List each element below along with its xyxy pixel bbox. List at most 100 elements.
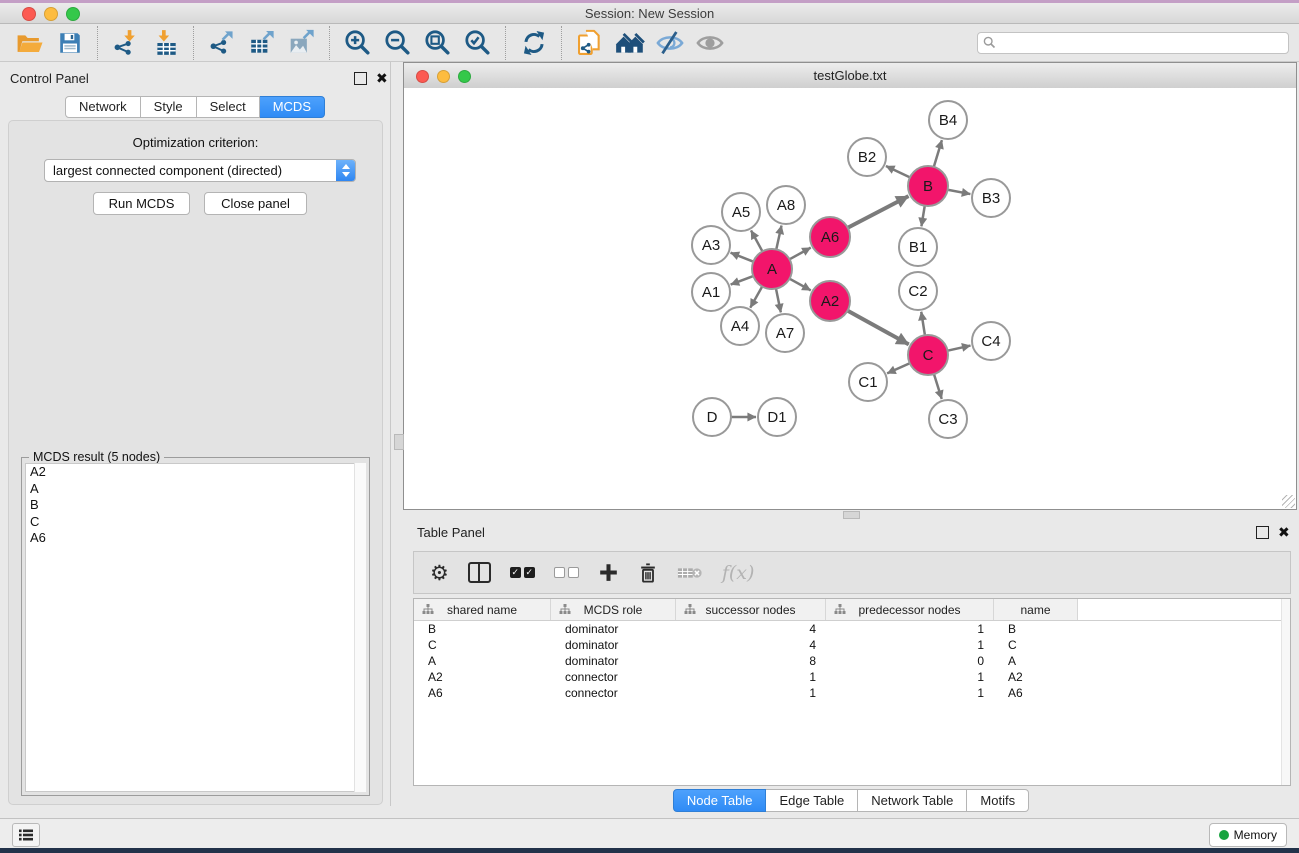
graph-edge-B-B4[interactable] [934, 140, 942, 167]
graph-node-C[interactable]: C [908, 335, 948, 375]
select-all-rows-icon[interactable]: ✓✓ [510, 558, 535, 588]
hide-selected-icon[interactable] [650, 26, 690, 60]
graph-edge-A-A6[interactable] [790, 248, 811, 260]
tab-network-table[interactable]: Network Table [858, 789, 967, 812]
mcds-result-item[interactable]: A2 [26, 464, 365, 481]
graph-edge-A-A8[interactable] [776, 226, 781, 250]
table-row[interactable]: A6connector11A6 [414, 685, 1290, 701]
open-file-icon[interactable] [10, 26, 50, 60]
scrollbar[interactable] [1281, 599, 1290, 785]
show-all-icon[interactable] [690, 26, 730, 60]
graph-node-A1[interactable]: A1 [692, 273, 730, 311]
tab-edge-table[interactable]: Edge Table [766, 789, 858, 812]
graph-edge-A-A7[interactable] [776, 289, 781, 313]
deselect-all-rows-icon[interactable] [554, 558, 579, 588]
graph-node-A[interactable]: A [752, 249, 792, 289]
graph-node-B1[interactable]: B1 [899, 228, 937, 266]
export-network-icon[interactable] [202, 26, 242, 60]
panel-divider[interactable] [390, 62, 391, 806]
table-options-icon[interactable]: ⚙ [430, 558, 449, 588]
column-header-shared-name[interactable]: shared name [414, 599, 551, 620]
graph-node-C2[interactable]: C2 [899, 272, 937, 310]
add-icon[interactable] [598, 558, 619, 588]
graph-node-B4[interactable]: B4 [929, 101, 967, 139]
destroy-table-icon[interactable] [677, 558, 703, 588]
graph-node-B[interactable]: B [908, 166, 948, 206]
graph-edge-A-A4[interactable] [750, 286, 762, 307]
graph-node-A8[interactable]: A8 [767, 186, 805, 224]
function-builder-icon[interactable]: f(x) [722, 558, 755, 588]
graph-edge-A-A3[interactable] [731, 253, 754, 262]
column-header-name[interactable]: name [994, 599, 1078, 620]
splitter-grip-horizontal[interactable] [843, 511, 860, 519]
graph-edge-B-B2[interactable] [886, 166, 910, 177]
tab-network[interactable]: Network [65, 96, 141, 118]
graph-edge-A2-C[interactable] [848, 311, 909, 345]
graph-edge-A6-B[interactable] [848, 196, 909, 228]
graph-node-A2[interactable]: A2 [810, 281, 850, 321]
refresh-icon[interactable] [514, 26, 554, 60]
tab-mcds[interactable]: MCDS [260, 96, 325, 118]
first-neighbors-icon[interactable] [610, 26, 650, 60]
graph-node-D[interactable]: D [693, 398, 731, 436]
export-table-icon[interactable] [242, 26, 282, 60]
mcds-result-item[interactable]: C [26, 514, 365, 531]
criterion-dropdown[interactable]: largest connected component (directed) [44, 159, 356, 182]
run-mcds-button[interactable]: Run MCDS [93, 192, 190, 215]
memory-button[interactable]: Memory [1209, 823, 1287, 847]
graph-node-D1[interactable]: D1 [758, 398, 796, 436]
zoom-selected-icon[interactable] [458, 26, 498, 60]
graph-edge-C-C1[interactable] [887, 363, 910, 373]
table-row[interactable]: A2connector11A2 [414, 669, 1290, 685]
graph-node-A6[interactable]: A6 [810, 217, 850, 257]
column-header-successor-nodes[interactable]: successor nodes [676, 599, 826, 620]
mcds-result-list[interactable]: A2ABCA6 [25, 463, 366, 792]
delete-icon[interactable] [638, 558, 658, 588]
window-resize-grip[interactable] [1282, 495, 1295, 508]
graph-node-A5[interactable]: A5 [722, 193, 760, 231]
graph-edge-B-B3[interactable] [948, 190, 971, 194]
close-panel-icon[interactable]: ✖ [1278, 527, 1290, 538]
zoom-in-icon[interactable] [338, 26, 378, 60]
new-network-from-selection-icon[interactable] [570, 26, 610, 60]
graph-node-A3[interactable]: A3 [692, 226, 730, 264]
scrollbar[interactable] [354, 463, 366, 792]
mcds-result-item[interactable]: B [26, 497, 365, 514]
graph-edge-B-B1[interactable] [921, 206, 924, 227]
graph-edge-A-A2[interactable] [790, 279, 811, 291]
show-columns-icon[interactable] [468, 558, 491, 588]
graph-node-B3[interactable]: B3 [972, 179, 1010, 217]
float-panel-icon[interactable] [354, 72, 367, 85]
zoom-out-icon[interactable] [378, 26, 418, 60]
column-header-mcds-role[interactable]: MCDS role [551, 599, 676, 620]
mcds-result-item[interactable]: A [26, 481, 365, 498]
graph-edge-C-C2[interactable] [921, 312, 925, 335]
table-row[interactable]: Adominator80A [414, 653, 1290, 669]
graph-edge-C-C3[interactable] [934, 374, 942, 399]
graph-node-A7[interactable]: A7 [766, 314, 804, 352]
graph-node-C4[interactable]: C4 [972, 322, 1010, 360]
export-image-icon[interactable] [282, 26, 322, 60]
close-panel-button[interactable]: Close panel [204, 192, 307, 215]
close-panel-icon[interactable]: ✖ [376, 73, 388, 84]
tab-motifs[interactable]: Motifs [967, 789, 1029, 812]
graph-edge-A-A5[interactable] [751, 230, 762, 251]
float-panel-icon[interactable] [1256, 526, 1269, 539]
mcds-result-item[interactable]: A6 [26, 530, 365, 547]
tab-node-table[interactable]: Node Table [673, 789, 767, 812]
tab-select[interactable]: Select [197, 96, 260, 118]
table-row[interactable]: Cdominator41C [414, 637, 1290, 653]
splitter-grip-vertical[interactable] [394, 434, 404, 450]
column-header-predecessor-nodes[interactable]: predecessor nodes [826, 599, 994, 620]
graph-node-C1[interactable]: C1 [849, 363, 887, 401]
graph-node-B2[interactable]: B2 [848, 138, 886, 176]
graph-node-C3[interactable]: C3 [929, 400, 967, 438]
task-history-icon[interactable] [12, 823, 40, 847]
graph-edge-C-C4[interactable] [948, 346, 971, 351]
import-network-icon[interactable] [106, 26, 146, 60]
zoom-fit-icon[interactable] [418, 26, 458, 60]
tab-style[interactable]: Style [141, 96, 197, 118]
network-canvas[interactable]: B4B2BB3A8A5A6A3B1AA1C2A2A4A7C4CC1C3DD1 [404, 88, 1296, 509]
import-table-icon[interactable] [146, 26, 186, 60]
table-row[interactable]: Bdominator41B [414, 621, 1290, 637]
